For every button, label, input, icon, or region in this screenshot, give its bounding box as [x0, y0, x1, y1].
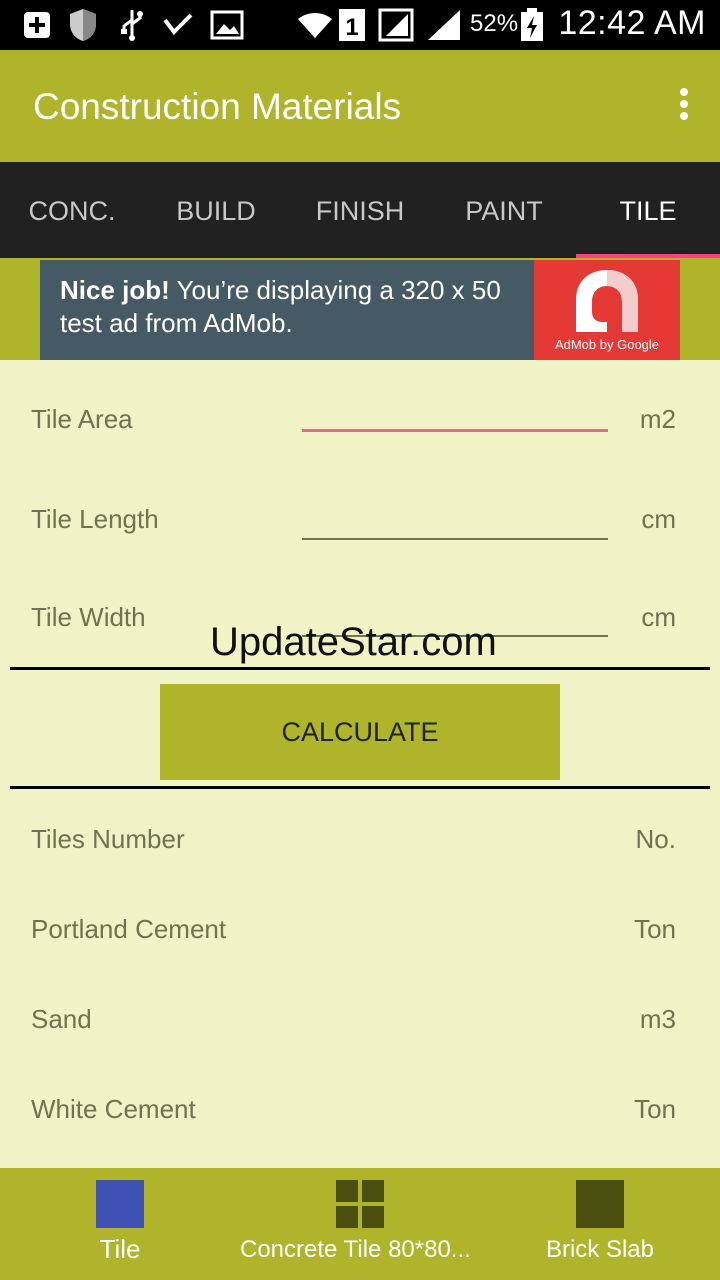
tab-bar: CONC. BUILD FINISH PAINT TILE	[0, 162, 720, 258]
more-vert-icon[interactable]	[678, 88, 690, 124]
tile-area-field[interactable]	[302, 392, 608, 432]
tile-width-unit: cm	[641, 602, 676, 632]
tile-width-label: Tile Width	[31, 602, 146, 632]
watermark: UpdateStar.com	[210, 620, 497, 664]
tile-area-label: Tile Area	[31, 404, 133, 434]
bottom-nav-concrete-tile-label: Concrete Tile 80*80...	[240, 1236, 471, 1263]
result-row-white-cement: White Cement Ton	[0, 1092, 720, 1132]
image-icon	[210, 8, 244, 42]
ad-text: Nice job! You’re displaying a 320 x 50 t…	[60, 274, 530, 340]
bottom-nav-concrete-tile[interactable]: Concrete Tile 80*80...	[240, 1168, 480, 1280]
signal-icon	[426, 8, 462, 42]
check-signal-icon	[162, 8, 194, 42]
tab-paint[interactable]: PAINT	[432, 162, 576, 258]
divider	[10, 786, 710, 789]
square-icon	[96, 1180, 144, 1228]
bottom-nav-brick-slab-label: Brick Slab	[545, 1236, 655, 1263]
ad-headline: Nice job!	[60, 275, 170, 305]
calculate-button[interactable]: CALCULATE	[160, 684, 560, 780]
ad-container: Nice job! You’re displaying a 320 x 50 t…	[0, 258, 720, 360]
bottom-nav-brick-slab[interactable]: Brick Slab	[480, 1168, 720, 1280]
bottom-nav-tile-label: Tile	[99, 1234, 141, 1264]
grid-icon	[336, 1180, 384, 1228]
clock: 12:42 AM	[558, 4, 706, 42]
divider	[10, 667, 710, 670]
tile-length-field[interactable]	[302, 500, 608, 540]
ad-banner[interactable]: Nice job! You’re displaying a 320 x 50 t…	[40, 260, 680, 360]
portland-cement-label: Portland Cement	[31, 914, 227, 944]
result-row-portland-cement: Portland Cement Ton	[0, 912, 720, 952]
tab-concrete[interactable]: CONC.	[0, 162, 144, 258]
tab-tile[interactable]: TILE	[576, 162, 720, 258]
tile-area-unit: m2	[639, 404, 676, 434]
tiles-number-label: Tiles Number	[31, 824, 185, 854]
shield-icon	[68, 8, 98, 42]
tile-length-label: Tile Length	[31, 504, 159, 534]
result-row-sand: Sand m3	[0, 1002, 720, 1042]
app-title: Construction Materials	[33, 86, 402, 127]
portland-cement-unit: Ton	[634, 914, 676, 944]
wifi-icon	[296, 8, 334, 42]
admob-logo: AdMob by Google	[534, 260, 680, 360]
battery-percent: 52%	[470, 10, 519, 37]
status-bar: 1 52% 12:42 AM	[0, 0, 720, 50]
app-bar: Construction Materials	[0, 50, 720, 162]
admob-icon	[576, 270, 638, 332]
tab-finish[interactable]: FINISH	[288, 162, 432, 258]
input-row-tile-area: Tile Area m2	[0, 390, 720, 450]
sim-icon: 1	[338, 8, 366, 42]
battery-icon	[520, 8, 544, 42]
white-cement-label: White Cement	[31, 1094, 196, 1124]
bottom-nav-tile[interactable]: Tile	[0, 1168, 240, 1280]
sim-slot-number: 1	[345, 14, 358, 41]
white-cement-unit: Ton	[634, 1094, 676, 1124]
signal-icon	[378, 8, 414, 42]
tab-build[interactable]: BUILD	[144, 162, 288, 258]
usb-icon	[118, 8, 146, 42]
sand-unit: m3	[639, 1004, 676, 1034]
tile-length-unit: cm	[641, 504, 676, 534]
sand-label: Sand	[31, 1004, 92, 1034]
result-row-tiles-number: Tiles Number No.	[0, 822, 720, 862]
slab-icon	[576, 1180, 624, 1228]
tiles-number-unit: No.	[635, 824, 676, 854]
input-row-tile-length: Tile Length cm	[0, 490, 720, 550]
add-box-icon	[22, 8, 52, 42]
ad-brand: AdMob by Google	[554, 337, 660, 352]
bottom-navigation: Tile Concrete Tile 80*80... Brick Slab	[0, 1168, 720, 1280]
